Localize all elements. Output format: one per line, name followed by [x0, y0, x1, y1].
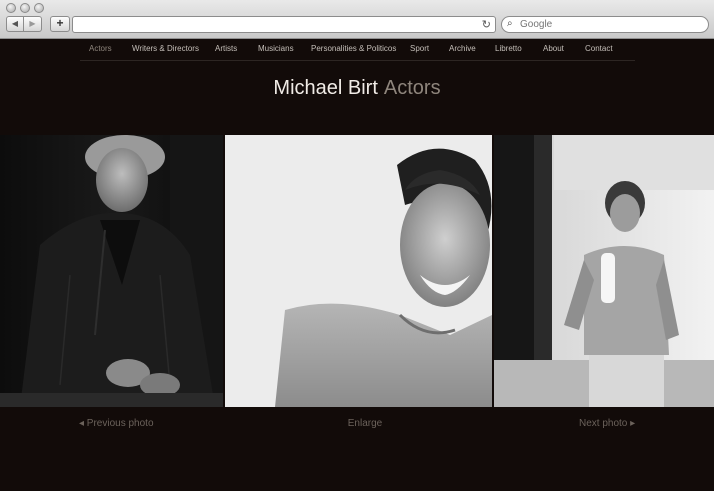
minimize-window-button[interactable]: [20, 3, 30, 13]
photo-previous[interactable]: [0, 135, 223, 407]
zoom-window-button[interactable]: [34, 3, 44, 13]
page-title: Michael Birt Actors: [0, 77, 714, 100]
nav-item-libretto[interactable]: Libretto: [495, 44, 522, 53]
portrait-smiling-man-image: [225, 135, 492, 407]
photo-next[interactable]: [494, 135, 714, 407]
reload-icon[interactable]: ↻: [482, 17, 491, 32]
nav-item-artists[interactable]: Artists: [215, 44, 237, 53]
nav-item-musicians[interactable]: Musicians: [258, 44, 294, 53]
site-navigation: Actors Writers & Directors Artists Music…: [0, 38, 714, 60]
nav-item-writers-directors[interactable]: Writers & Directors: [132, 44, 199, 53]
photo-current[interactable]: [225, 135, 492, 407]
search-bar[interactable]: ⌕: [501, 16, 709, 33]
browser-toolbar: ◀ ▶ + ↻ ⌕: [0, 0, 714, 39]
portrait-seated-man-image: [0, 135, 223, 407]
nav-item-actors[interactable]: Actors: [89, 44, 112, 53]
address-bar[interactable]: ↻: [72, 16, 496, 33]
nav-item-personalities-politicos[interactable]: Personalities & Politicos: [311, 44, 396, 53]
nav-item-archive[interactable]: Archive: [449, 44, 476, 53]
section-title: Actors: [383, 77, 441, 99]
next-photo-link[interactable]: Next photo ▸: [579, 418, 635, 429]
plus-icon: +: [56, 16, 64, 30]
forward-arrow-icon: ▶: [29, 19, 36, 28]
nav-item-contact[interactable]: Contact: [585, 44, 613, 53]
photographer-name[interactable]: Michael Birt: [273, 77, 377, 99]
history-buttons: ◀ ▶: [6, 16, 42, 32]
nav-item-sport[interactable]: Sport: [410, 44, 429, 53]
forward-button[interactable]: ▶: [24, 16, 42, 32]
nav-item-about[interactable]: About: [543, 44, 564, 53]
search-input[interactable]: [520, 17, 700, 32]
add-bookmark-button[interactable]: +: [50, 16, 70, 32]
back-button[interactable]: ◀: [6, 16, 24, 32]
search-icon: ⌕: [507, 18, 513, 29]
back-arrow-icon: ◀: [11, 19, 19, 28]
portrait-standing-man-image: [494, 135, 714, 407]
close-window-button[interactable]: [6, 3, 16, 13]
window-controls: [6, 3, 44, 13]
nav-divider: [80, 60, 635, 61]
